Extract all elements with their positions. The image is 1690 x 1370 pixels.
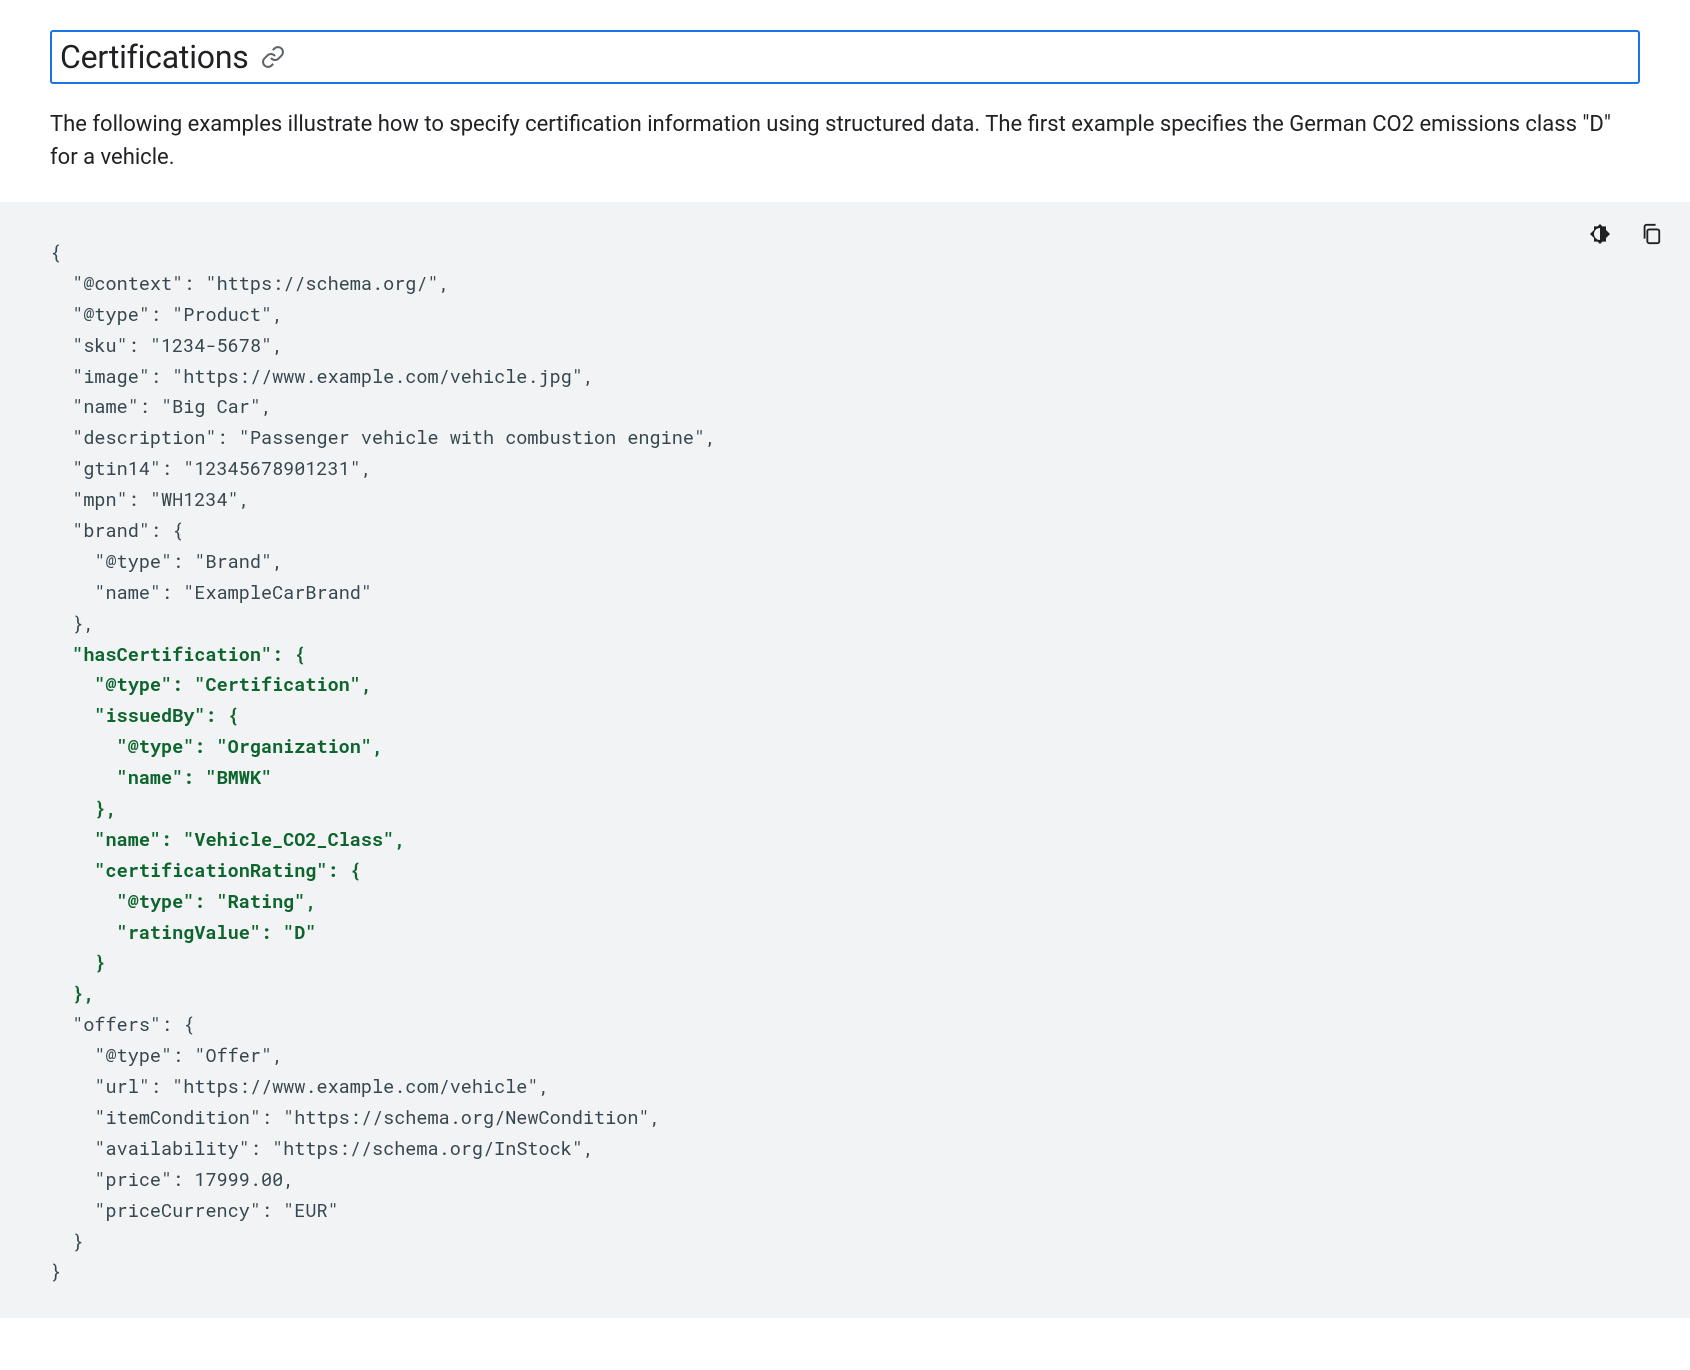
section-description: The following examples illustrate how to… (50, 108, 1640, 174)
brightness-icon (1588, 222, 1612, 249)
code-toolbar (1584, 218, 1666, 253)
theme-toggle-button[interactable] (1584, 218, 1616, 253)
copy-button[interactable] (1636, 219, 1666, 252)
code-content: { "@context": "https://schema.org/", "@t… (0, 202, 1690, 1318)
code-block: { "@context": "https://schema.org/", "@t… (0, 202, 1690, 1318)
copy-icon (1640, 223, 1662, 248)
section-heading-wrapper: Certifications (50, 30, 1640, 84)
link-icon[interactable] (261, 45, 285, 69)
section-heading: Certifications (60, 38, 249, 76)
